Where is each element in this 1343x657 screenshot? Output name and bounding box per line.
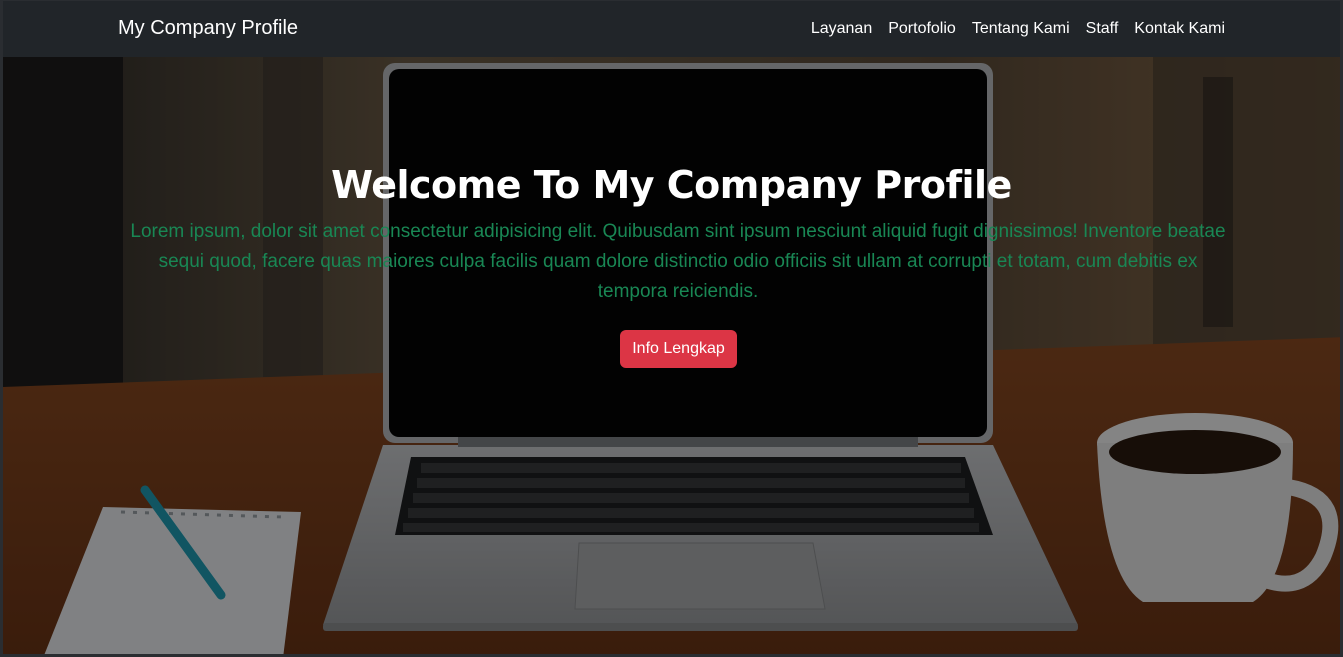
hero-title: Welcome To My Company Profile <box>331 163 1012 207</box>
hero-description: Lorem ipsum, dolor sit amet consectetur … <box>130 221 1226 302</box>
info-lengkap-button[interactable]: Info Lengkap <box>620 330 737 368</box>
nav-links: Layanan Portofolio Tentang Kami Staff Ko… <box>811 20 1225 38</box>
hero-content: Welcome To My Company Profile Lorem ipsu… <box>3 57 1340 654</box>
browser-viewport: My Company Profile Layanan Portofolio Te… <box>0 0 1343 657</box>
nav-link-kontak-kami[interactable]: Kontak Kami <box>1134 20 1225 38</box>
hero-section: Welcome To My Company Profile Lorem ipsu… <box>3 57 1340 654</box>
navbar-brand[interactable]: My Company Profile <box>118 17 298 40</box>
nav-link-staff[interactable]: Staff <box>1086 20 1119 38</box>
nav-link-layanan[interactable]: Layanan <box>811 20 872 38</box>
nav-link-tentang-kami[interactable]: Tentang Kami <box>972 20 1070 38</box>
navbar: My Company Profile Layanan Portofolio Te… <box>3 1 1340 57</box>
nav-link-portofolio[interactable]: Portofolio <box>888 20 956 38</box>
